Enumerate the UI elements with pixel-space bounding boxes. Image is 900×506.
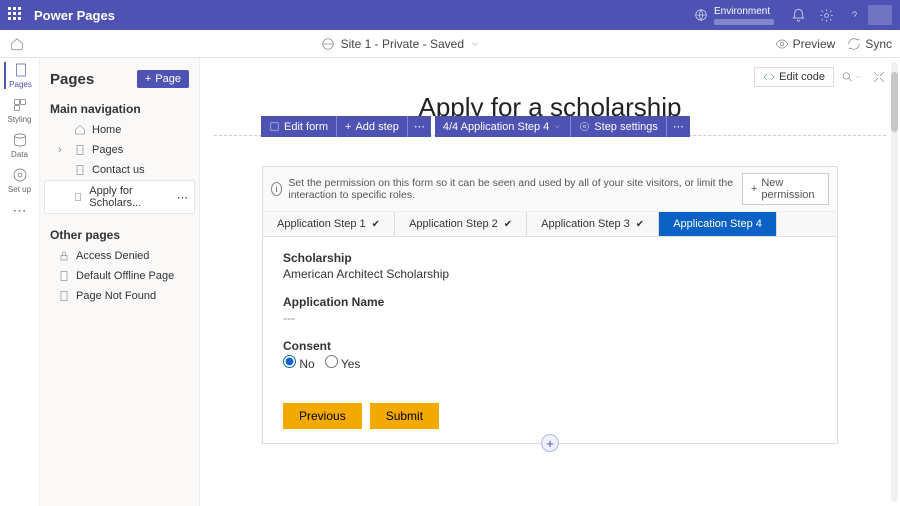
sidebar-title: Pages (50, 71, 94, 88)
sync-button[interactable]: Sync (847, 37, 892, 51)
scrollbar-thumb[interactable] (891, 72, 898, 132)
nav-apply-scholarship[interactable]: Apply for Scholars...⋯ (44, 180, 195, 214)
new-permission-button[interactable]: +New permission (742, 173, 829, 205)
rail-pages[interactable]: Pages (4, 62, 36, 89)
page-icon (58, 270, 70, 282)
search-icon (841, 70, 854, 84)
tab-step-1[interactable]: Application Step 1 (263, 212, 395, 236)
nav-access-denied[interactable]: Access Denied (44, 246, 195, 266)
add-page-label: Page (155, 73, 181, 85)
more-icon[interactable]: ⋯ (177, 191, 188, 204)
consent-yes-radio[interactable] (325, 355, 338, 368)
toolbar-more-1[interactable]: ⋯ (408, 116, 431, 137)
site-icon (321, 37, 335, 51)
scholarship-value: American Architect Scholarship (283, 267, 817, 281)
page-icon (73, 191, 83, 203)
other-pages-header: Other pages (44, 224, 195, 246)
top-bar: Power Pages Environment (0, 0, 900, 30)
site-picker[interactable]: Site 1 - Private - Saved (38, 37, 763, 51)
code-icon (763, 71, 775, 83)
environment-label: Environment (714, 6, 770, 17)
add-section-button[interactable]: + (541, 434, 559, 452)
edit-form-button[interactable]: Edit form (261, 116, 337, 137)
site-label: Site 1 - Private - Saved (341, 37, 464, 51)
eye-icon (775, 37, 789, 51)
permission-bar: i Set the permission on this form so it … (263, 167, 837, 212)
step-tabs: Application Step 1 Application Step 2 Ap… (263, 212, 837, 237)
sync-icon (847, 37, 861, 51)
expand-icon (872, 70, 886, 84)
page-icon (74, 164, 86, 176)
add-page-button[interactable]: + Page (137, 70, 189, 88)
consent-yes-option[interactable]: Yes (325, 355, 361, 371)
chevron-down-icon (553, 122, 562, 131)
info-icon: i (271, 182, 282, 196)
nav-home[interactable]: Home (44, 120, 195, 140)
step-counter-button[interactable]: 4/4 Application Step 4 (435, 116, 571, 137)
sync-label: Sync (865, 37, 892, 51)
notifications-button[interactable] (784, 1, 812, 29)
consent-label: Consent (283, 339, 817, 353)
rail-setup[interactable]: Set up (4, 167, 36, 194)
nav-offline[interactable]: Default Offline Page (44, 266, 195, 286)
plus-icon: + (145, 73, 151, 85)
nav-pages[interactable]: ›Pages (44, 140, 195, 160)
chevron-down-icon (854, 73, 861, 81)
preview-button[interactable]: Preview (775, 37, 836, 51)
rail-data[interactable]: Data (4, 132, 36, 159)
submit-button[interactable]: Submit (370, 403, 439, 429)
lock-icon (58, 250, 70, 262)
home-button[interactable] (8, 37, 26, 51)
form-toolbar: Edit form +Add step ⋯ 4/4 Application St… (261, 116, 690, 137)
application-name-value: --- (283, 311, 817, 325)
account-avatar[interactable] (868, 5, 892, 25)
permission-text: Set the permission on this form so it ca… (288, 177, 736, 201)
rail-more[interactable]: ⋯ (4, 202, 36, 219)
application-name-label: Application Name (283, 295, 817, 309)
toolbar-more-2[interactable]: ⋯ (667, 116, 690, 137)
gear-icon (579, 121, 590, 132)
workspace-rail: Pages Styling Data Set up ⋯ (0, 58, 40, 506)
fullscreen-button[interactable] (868, 66, 890, 88)
form-card: i Set the permission on this form so it … (262, 166, 838, 444)
edit-code-button[interactable]: Edit code (754, 67, 834, 87)
environment-icon (694, 8, 708, 22)
zoom-button[interactable] (840, 66, 862, 88)
tab-step-4[interactable]: Application Step 4 (659, 212, 777, 236)
tab-step-2[interactable]: Application Step 2 (395, 212, 527, 236)
app-launcher-icon[interactable] (8, 7, 24, 23)
command-bar: Site 1 - Private - Saved Preview Sync (0, 30, 900, 58)
environment-picker[interactable]: Environment (694, 6, 774, 25)
step-settings-button[interactable]: Step settings (571, 116, 667, 137)
previous-button[interactable]: Previous (283, 403, 362, 429)
rail-styling[interactable]: Styling (4, 97, 36, 124)
add-step-button[interactable]: +Add step (337, 116, 408, 137)
plus-icon: + (751, 183, 757, 195)
tab-step-3[interactable]: Application Step 3 (527, 212, 659, 236)
brand-label: Power Pages (34, 8, 115, 23)
canvas-scrollbar[interactable] (891, 62, 898, 502)
consent-no-radio[interactable] (283, 355, 296, 368)
form-icon (269, 121, 280, 132)
page-icon (74, 144, 86, 156)
help-button[interactable] (840, 1, 868, 29)
scholarship-label: Scholarship (283, 251, 817, 265)
design-canvas: Edit code Apply for a scholarship Edit f… (200, 58, 900, 506)
nav-contact[interactable]: Contact us (44, 160, 195, 180)
page-icon (58, 290, 70, 302)
main-nav-header: Main navigation (44, 98, 195, 120)
consent-no-option[interactable]: No (283, 355, 315, 371)
home-icon (74, 124, 86, 136)
plus-icon: + (345, 121, 351, 133)
settings-button[interactable] (812, 1, 840, 29)
chevron-right-icon: › (58, 144, 68, 156)
chevron-down-icon (470, 39, 480, 49)
preview-label: Preview (793, 37, 836, 51)
pages-sidebar: Pages +Page Main navigation Home ›Pages … (40, 58, 200, 506)
nav-notfound[interactable]: Page Not Found (44, 286, 195, 306)
